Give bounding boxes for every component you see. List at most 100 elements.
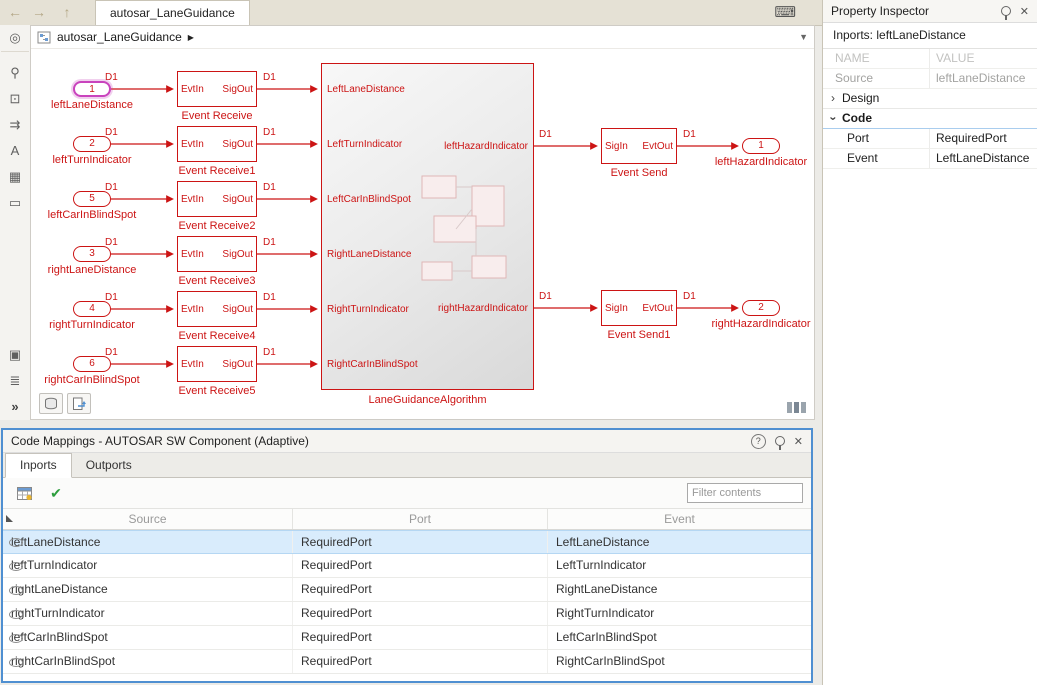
subsystem-badge-icon[interactable] [67, 393, 91, 414]
camera-icon[interactable]: ▣ [1, 342, 29, 368]
event-send-block[interactable]: SigIn EvtOut [601, 128, 677, 164]
property-row-source: Source leftLaneDistance [823, 69, 1037, 89]
diagram-area[interactable]: 1 leftLaneDistance D1 EvtIn SigOut Event… [31, 26, 814, 419]
port-number: 2 [758, 302, 764, 313]
breadcrumb-model-name[interactable]: autosar_LaneGuidance [57, 30, 182, 44]
inport-block[interactable]: 2 [73, 136, 111, 152]
sigin-port-label: SigIn [605, 302, 628, 314]
section-label: Code [842, 111, 872, 125]
value-column-header: VALUE [929, 49, 1037, 68]
port-number: 2 [89, 138, 95, 149]
keyboard-icon[interactable]: ⌨ [774, 3, 796, 21]
mapping-toolbar: ✔ [3, 478, 811, 509]
pane-layout-icon[interactable] [787, 402, 806, 413]
table-row[interactable]: leftLaneDistance RequiredPort LeftLaneDi… [3, 530, 811, 554]
cell-event[interactable]: LeftCarInBlindSpot [548, 626, 811, 649]
event-receive-block[interactable]: EvtIn SigOut [177, 291, 257, 327]
inport-block[interactable]: 4 [73, 301, 111, 317]
cell-port[interactable]: RequiredPort [293, 650, 548, 673]
tab-inports[interactable]: Inports [5, 453, 72, 478]
previous-view-icon[interactable]: ◎ [1, 25, 29, 52]
table-row[interactable]: leftCarInBlindSpot RequiredPort LeftCarI… [3, 626, 811, 650]
chevron-down-icon: › [826, 116, 841, 121]
up-icon[interactable]: ↑ [56, 2, 78, 22]
pin-icon[interactable] [774, 436, 785, 450]
cell-event[interactable]: RightLaneDistance [548, 578, 811, 601]
event-receive-block[interactable]: EvtIn SigOut [177, 181, 257, 217]
event-send-block[interactable]: SigIn EvtOut [601, 290, 677, 326]
table-row[interactable]: rightTurnIndicator RequiredPort RightTur… [3, 602, 811, 626]
sort-corner-icon[interactable] [6, 515, 13, 522]
algo-input-label: LeftTurnIndicator [327, 139, 403, 150]
forward-icon[interactable]: → [28, 2, 50, 22]
section-code[interactable]: › Code [823, 109, 1037, 129]
inport-block[interactable]: 5 [73, 191, 111, 207]
back-icon[interactable]: ← [4, 2, 26, 22]
inport-icon [9, 538, 23, 547]
cell-source: rightCarInBlindSpot [3, 650, 293, 673]
help-icon[interactable]: ? [750, 433, 766, 449]
table-row[interactable]: rightLaneDistance RequiredPort RightLane… [3, 578, 811, 602]
data-dictionary-icon[interactable] [39, 393, 63, 414]
event-receive-block[interactable]: EvtIn SigOut [177, 236, 257, 272]
outport-block[interactable]: 1 [742, 138, 780, 154]
validate-icon[interactable]: ✔ [43, 481, 69, 505]
table-header[interactable]: Source Port Event [3, 509, 811, 530]
cell-port[interactable]: RequiredPort [293, 626, 548, 649]
property-value[interactable]: RequiredPort [929, 129, 1037, 148]
cell-event[interactable]: RightTurnIndicator [548, 602, 811, 625]
event-receive-block[interactable]: EvtIn SigOut [177, 71, 257, 107]
update-mappings-icon[interactable] [11, 481, 37, 505]
tab-outports[interactable]: Outports [72, 454, 146, 477]
panel-title: Code Mappings - AUTOSAR SW Component (Ad… [11, 434, 309, 448]
event-receive-block[interactable]: EvtIn SigOut [177, 346, 257, 382]
inport-block[interactable]: 1 [73, 81, 111, 97]
model-canvas[interactable]: autosar_LaneGuidance ▶ ▼ 1 leftLaneDista… [30, 25, 815, 420]
close-icon[interactable]: ✕ [1020, 5, 1029, 18]
cell-source: leftLaneDistance [3, 531, 293, 553]
port-number: 4 [89, 303, 95, 314]
port-number: 1 [89, 84, 95, 95]
signal-label: D1 [263, 292, 276, 303]
column-header-event[interactable]: Event [548, 509, 811, 529]
outport-block[interactable]: 2 [742, 300, 780, 316]
cell-port[interactable]: RequiredPort [293, 578, 548, 601]
signal-routing-icon[interactable]: ⇉ [1, 112, 29, 138]
cell-event[interactable]: RightCarInBlindSpot [548, 650, 811, 673]
evtin-port-label: EvtIn [181, 83, 204, 95]
column-header-source[interactable]: Source [3, 509, 293, 529]
table-row[interactable]: leftTurnIndicator RequiredPort LeftTurnI… [3, 554, 811, 578]
image-icon[interactable]: ▦ [1, 164, 29, 190]
address-dropdown-icon[interactable]: ▼ [799, 32, 808, 42]
expand-toolstrip-icon[interactable]: » [1, 394, 29, 420]
pin-icon[interactable] [1000, 6, 1011, 20]
event-receive-block[interactable]: EvtIn SigOut [177, 126, 257, 162]
property-value[interactable]: LeftLaneDistance [929, 149, 1037, 168]
cell-port[interactable]: RequiredPort [293, 531, 548, 553]
cell-source: leftCarInBlindSpot [3, 626, 293, 649]
outport-label: leftHazardIndicator [714, 156, 808, 168]
block-name: Event Receive3 [178, 275, 256, 287]
column-header-port[interactable]: Port [293, 509, 548, 529]
cell-port[interactable]: RequiredPort [293, 602, 548, 625]
inspector-columns: NAME VALUE [823, 49, 1037, 69]
table-row[interactable]: rightCarInBlindSpot RequiredPort RightCa… [3, 650, 811, 674]
name-column-header: NAME [835, 51, 870, 65]
cell-event[interactable]: LeftLaneDistance [548, 531, 811, 553]
lane-guidance-algorithm-block[interactable]: LeftLaneDistance LeftTurnIndicator LeftC… [321, 63, 534, 390]
inport-block[interactable]: 6 [73, 356, 111, 372]
property-value: leftLaneDistance [929, 69, 1037, 88]
sigin-port-label: SigIn [605, 140, 628, 152]
signal-label: D1 [539, 129, 552, 140]
signal-label: D1 [263, 182, 276, 193]
section-design[interactable]: › Design [823, 89, 1037, 109]
mapping-table: Source Port Event leftLaneDistance Requi… [3, 509, 811, 681]
cell-event[interactable]: LeftTurnIndicator [548, 554, 811, 577]
model-tab[interactable]: autosar_LaneGuidance [95, 0, 250, 25]
filter-input[interactable] [687, 483, 803, 503]
cell-port[interactable]: RequiredPort [293, 554, 548, 577]
signal-label: D1 [263, 72, 276, 83]
close-icon[interactable]: ✕ [794, 435, 803, 448]
inport-block[interactable]: 3 [73, 246, 111, 262]
zoom-icon[interactable]: ⚲ [1, 60, 29, 86]
